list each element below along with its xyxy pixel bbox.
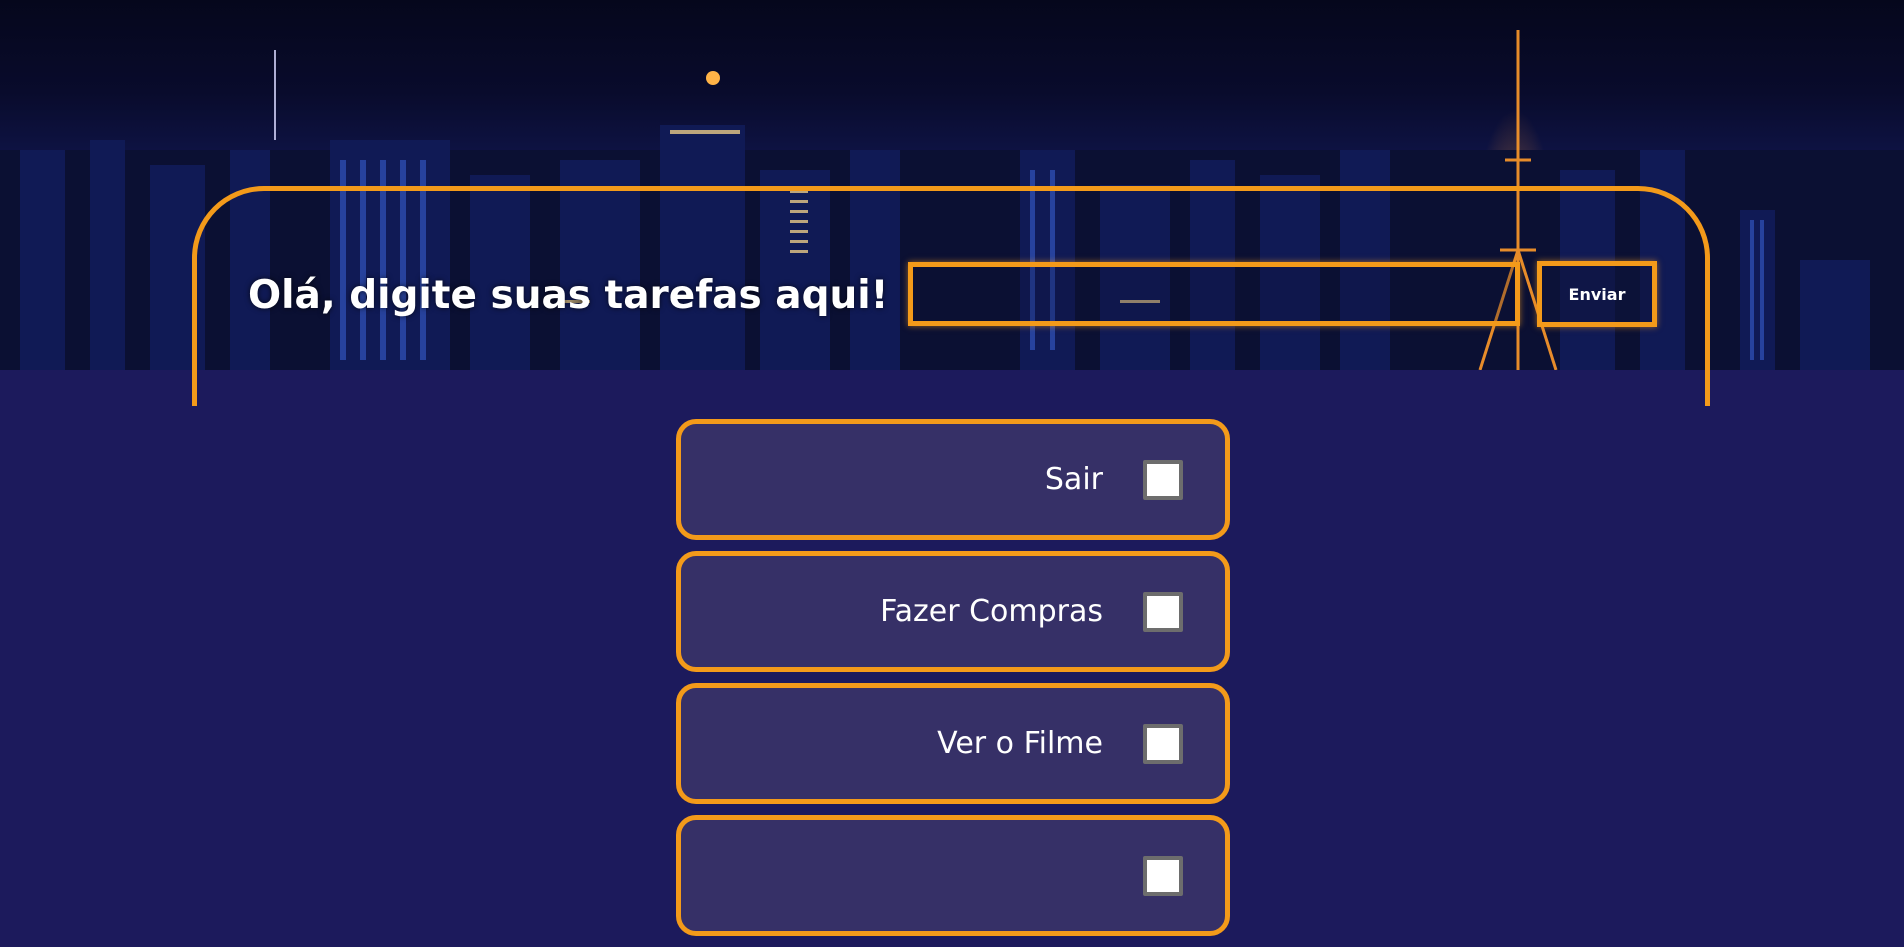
- task-label: Ver o Filme: [937, 726, 1103, 761]
- task-item: Fazer Compras: [676, 551, 1230, 672]
- page-title: Olá, digite suas tarefas aqui!: [248, 273, 889, 318]
- task-checkbox[interactable]: [1143, 592, 1183, 632]
- task-checkbox[interactable]: [1143, 856, 1183, 896]
- task-item: Sair: [676, 419, 1230, 540]
- submit-button[interactable]: Enviar: [1537, 261, 1657, 327]
- task-list: Sair Fazer Compras Ver o Filme: [676, 419, 1230, 947]
- task-label: Sair: [1044, 462, 1103, 497]
- task-item: [676, 815, 1230, 936]
- task-item: Ver o Filme: [676, 683, 1230, 804]
- task-checkbox[interactable]: [1143, 460, 1183, 500]
- task-label: Fazer Compras: [880, 594, 1103, 629]
- task-input[interactable]: [908, 262, 1520, 326]
- task-checkbox[interactable]: [1143, 724, 1183, 764]
